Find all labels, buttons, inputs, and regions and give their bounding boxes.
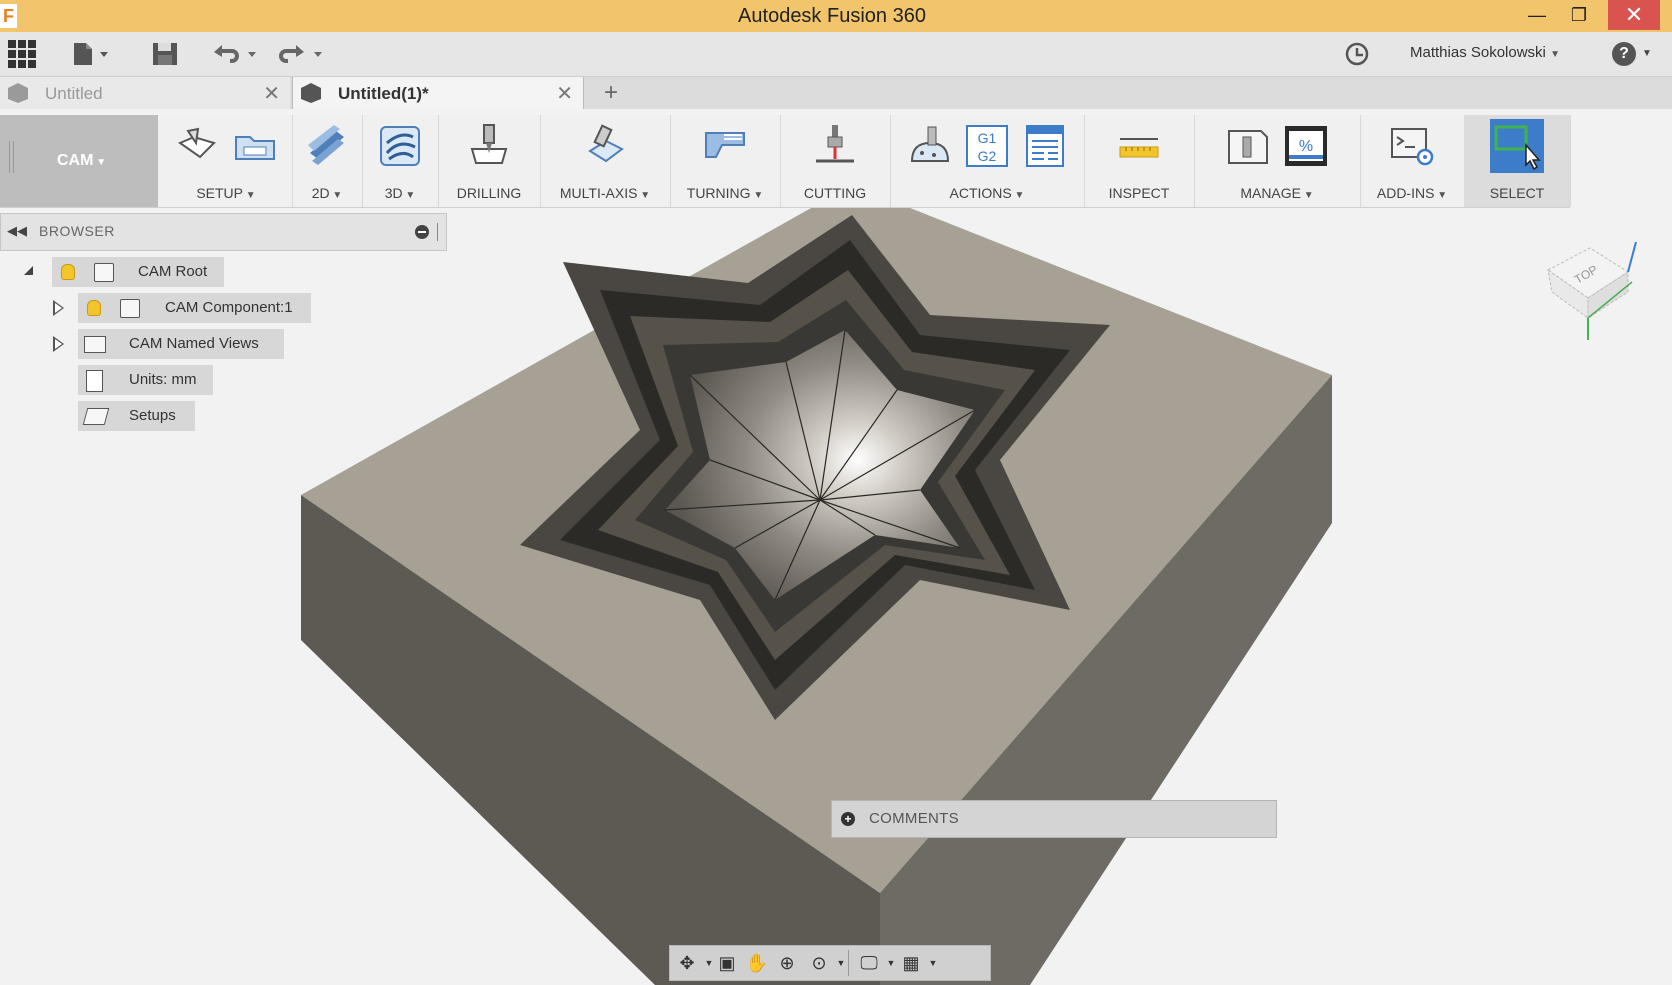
- tree-node-label: CAM Named Views: [129, 335, 259, 352]
- browser-panel-header[interactable]: ◀◀ BROWSER: [0, 213, 447, 251]
- tree-node-label: Setups: [129, 407, 176, 424]
- drilling-group-label: DRILLING: [456, 185, 522, 201]
- collapse-tree-icon[interactable]: [24, 266, 33, 275]
- measure-icon[interactable]: [1116, 123, 1162, 169]
- workspace-switcher[interactable]: CAM ▼: [0, 115, 158, 207]
- tree-node-cam-root[interactable]: CAM Root: [52, 257, 224, 287]
- 2d-group-label: 2D: [311, 185, 330, 201]
- actions-group-label: ACTIONS: [949, 185, 1012, 201]
- chevron-down-icon: ▼: [243, 190, 256, 201]
- chevron-down-icon: ▼: [750, 190, 764, 201]
- setup-sheet-icon[interactable]: [232, 123, 278, 169]
- select-group[interactable]: SELECT: [1464, 115, 1571, 207]
- cutting-icon[interactable]: [812, 123, 858, 169]
- expand-tree-icon[interactable]: [53, 300, 64, 316]
- tree-node-named-views[interactable]: CAM Named Views: [78, 329, 284, 359]
- minimize-panel-icon[interactable]: [415, 225, 429, 239]
- collapse-panel-icon[interactable]: ◀◀: [7, 223, 27, 239]
- navigation-bar: ✥ ▼ ▣ ✋ ⊕ ⊙ ▼ 🖵 ▼ ▦ ▼: [669, 945, 991, 981]
- multi-axis-group-label: MULTI-AXIS: [559, 185, 638, 201]
- multi-axis-group[interactable]: MULTI-AXIS ▼: [540, 115, 671, 207]
- folder-icon: [84, 336, 106, 353]
- tree-node-units[interactable]: Units: mm: [78, 365, 213, 395]
- chevron-down-icon: ▼: [402, 190, 416, 201]
- multi-axis-icon[interactable]: [582, 123, 628, 169]
- panel-pin-handle[interactable]: [437, 223, 440, 241]
- 3d-adaptive-icon[interactable]: [377, 123, 423, 169]
- manage-group[interactable]: % MANAGE ▼: [1194, 115, 1361, 207]
- add-comment-icon[interactable]: +: [841, 812, 855, 826]
- inspect-group[interactable]: INSPECT: [1084, 115, 1195, 207]
- visibility-bulb-icon[interactable]: [87, 300, 101, 316]
- add-ins-group[interactable]: ADD-INS ▼: [1360, 115, 1465, 207]
- tool-library-icon[interactable]: [1225, 123, 1271, 169]
- zoom-chevron-down-icon[interactable]: ▼: [828, 950, 854, 976]
- tree-node-setups[interactable]: Setups: [78, 401, 195, 431]
- drilling-group[interactable]: DRILLING: [438, 115, 541, 207]
- g1-text: G1: [978, 130, 997, 146]
- tree-node-cam-component[interactable]: CAM Component:1: [78, 293, 311, 323]
- select-window-icon[interactable]: [1490, 119, 1544, 173]
- turning-group[interactable]: TURNING ▼: [670, 115, 781, 207]
- new-setup-icon[interactable]: [174, 123, 220, 169]
- browser-title: BROWSER: [39, 223, 115, 239]
- chevron-down-icon: ▼: [1011, 190, 1025, 201]
- setup-group[interactable]: SETUP ▼: [160, 115, 293, 207]
- chevron-down-icon: ▼: [1301, 190, 1314, 201]
- toolbar-ribbon: CAM ▼ SETUP ▼ 2D ▼ 3D ▼ DRILLING MULTI-A…: [0, 115, 1571, 208]
- component-icon: [94, 263, 114, 282]
- workspace-label: CAM: [57, 152, 94, 169]
- document-icon: [86, 370, 103, 392]
- setup-group-label: SETUP: [196, 185, 243, 201]
- manage-group-label: MANAGE: [1240, 185, 1301, 201]
- visibility-bulb-icon[interactable]: [61, 264, 75, 280]
- simulate-icon[interactable]: [906, 123, 952, 169]
- zoom-icon[interactable]: ⊕: [774, 950, 800, 976]
- grid-chevron-down-icon[interactable]: ▼: [920, 950, 946, 976]
- chevron-down-icon: ▼: [93, 157, 107, 168]
- template-library-icon[interactable]: %: [1283, 123, 1329, 169]
- actions-group[interactable]: G1 G2 ACTIONS ▼: [890, 115, 1085, 207]
- chevron-down-icon: ▼: [1434, 190, 1448, 201]
- setup-icon: [82, 408, 110, 425]
- g2-text: G2: [978, 148, 997, 164]
- comments-panel[interactable]: + COMMENTS: [831, 800, 1277, 838]
- turning-icon[interactable]: [702, 123, 748, 169]
- scripts-addins-icon[interactable]: [1389, 123, 1435, 169]
- tree-node-label: Units: mm: [129, 371, 197, 388]
- 2d-adaptive-icon[interactable]: [304, 123, 350, 169]
- tree-node-label: CAM Root: [138, 263, 208, 280]
- cutting-group[interactable]: CUTTING: [780, 115, 891, 207]
- look-at-icon[interactable]: ▣: [714, 950, 740, 976]
- chevron-down-icon: ▼: [637, 190, 651, 201]
- 2d-group[interactable]: 2D ▼: [292, 115, 363, 207]
- add-ins-group-label: ADD-INS: [1376, 185, 1435, 201]
- nav-divider: [848, 950, 849, 976]
- comments-label: COMMENTS: [869, 810, 959, 827]
- 3d-group-label: 3D: [384, 185, 403, 201]
- post-process-icon[interactable]: G1 G2: [964, 123, 1010, 169]
- ribbon-grip-handle[interactable]: [9, 141, 14, 173]
- drill-icon[interactable]: [466, 123, 512, 169]
- percent-text: %: [1299, 138, 1313, 155]
- component-icon: [120, 299, 140, 318]
- tree-node-label: CAM Component:1: [165, 299, 293, 316]
- turning-group-label: TURNING: [686, 185, 751, 201]
- chevron-down-icon: ▼: [329, 190, 343, 201]
- expand-tree-icon[interactable]: [53, 336, 64, 352]
- setup-sheet-report-icon[interactable]: [1022, 123, 1068, 169]
- select-group-label: SELECT: [1489, 185, 1545, 201]
- cutting-group-label: CUTTING: [803, 185, 867, 201]
- inspect-group-label: INSPECT: [1108, 185, 1170, 201]
- view-cube[interactable]: TOP: [1540, 222, 1640, 342]
- pan-hand-icon[interactable]: ✋: [744, 950, 770, 976]
- 3d-group[interactable]: 3D ▼: [362, 115, 439, 207]
